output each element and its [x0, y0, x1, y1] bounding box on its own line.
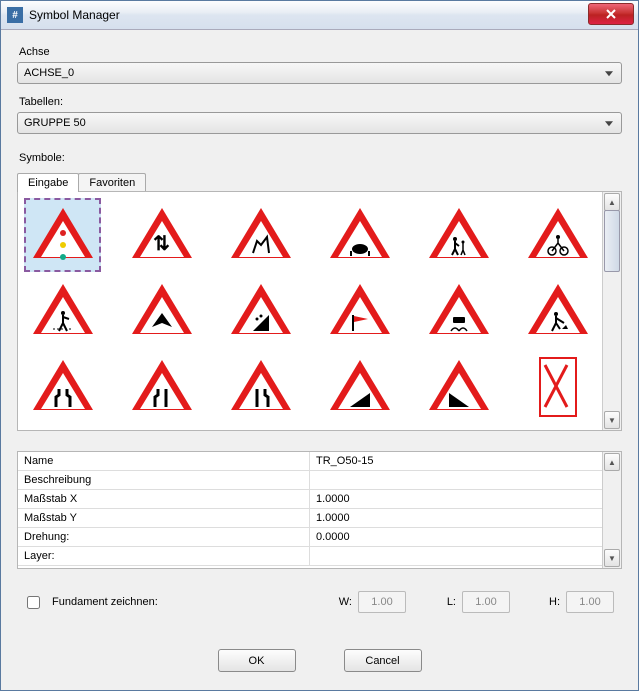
symbol-cyclist[interactable]	[519, 198, 596, 272]
achse-combo[interactable]: ACHSE_0	[17, 62, 622, 84]
achse-label: Achse	[19, 46, 622, 58]
crossing-sign-icon	[539, 357, 577, 417]
tabellen-combo[interactable]: GRUPPE 50	[17, 112, 622, 134]
symbol-narrow-both[interactable]	[24, 350, 101, 424]
symbol-pedestrians[interactable]	[420, 198, 497, 272]
warning-sign-icon	[33, 360, 93, 414]
dialog-buttons: OK Cancel	[17, 649, 622, 672]
w-input	[358, 591, 406, 613]
tabellen-label: Tabellen:	[19, 96, 622, 108]
achse-value: ACHSE_0	[24, 67, 74, 79]
symbol-wind[interactable]	[321, 274, 398, 348]
prop-value[interactable]	[310, 471, 602, 490]
warning-sign-icon	[33, 284, 93, 338]
symbol-roadworks[interactable]	[519, 274, 596, 348]
foundation-label: Fundament zeichnen:	[52, 596, 158, 608]
symbol-falling-rocks[interactable]	[222, 274, 299, 348]
prop-scroll-up-icon[interactable]: ▲	[604, 453, 620, 471]
foundation-row: Fundament zeichnen: W: L: H:	[17, 591, 622, 613]
scroll-down-icon[interactable]: ▼	[604, 411, 620, 429]
prop-label: Layer:	[18, 547, 310, 566]
symbol-grid: ⇅	[18, 192, 602, 430]
symbol-traffic-light[interactable]	[24, 198, 101, 272]
symbol-two-way[interactable]: ⇅	[123, 198, 200, 272]
warning-sign-icon	[231, 360, 291, 414]
title-bar: # Symbol Manager	[1, 1, 638, 30]
l-label: L:	[440, 596, 456, 608]
symbol-crossing-x[interactable]	[519, 350, 596, 424]
properties-scrollbar[interactable]: ▲ ▼	[602, 452, 621, 568]
prop-label: Name	[18, 452, 310, 471]
tab-favoriten[interactable]: Favoriten	[78, 173, 146, 192]
symbol-crosswalk[interactable]	[24, 274, 101, 348]
symbol-deer[interactable]	[222, 198, 299, 272]
h-label: H:	[544, 596, 560, 608]
cancel-button[interactable]: Cancel	[344, 649, 422, 672]
prop-value[interactable]: 1.0000	[310, 490, 602, 509]
warning-sign-icon	[132, 360, 192, 414]
symbol-tabs: Eingabe Favoriten	[17, 172, 622, 191]
properties-panel: NameTR_O50-15BeschreibungMaßstab X1.0000…	[17, 451, 622, 569]
prop-scroll-down-icon[interactable]: ▼	[604, 549, 620, 567]
warning-sign-icon	[330, 284, 390, 338]
warning-sign-icon	[528, 208, 588, 262]
warning-sign-icon	[33, 208, 93, 262]
warning-sign-icon: ⇅	[132, 208, 192, 262]
dialog-body: Achse ACHSE_0 Tabellen: GRUPPE 50 Symbol…	[1, 30, 638, 690]
properties-table: NameTR_O50-15BeschreibungMaßstab X1.0000…	[18, 452, 602, 568]
h-input	[566, 591, 614, 613]
symbol-cattle[interactable]	[321, 198, 398, 272]
symbol-scrollbar[interactable]: ▲ ▼	[602, 192, 621, 430]
warning-sign-icon	[429, 360, 489, 414]
warning-sign-icon	[528, 284, 588, 338]
tab-eingabe[interactable]: Eingabe	[17, 173, 79, 192]
warning-sign-icon	[429, 284, 489, 338]
scroll-thumb[interactable]	[604, 210, 620, 272]
foundation-checkbox[interactable]	[27, 596, 40, 609]
w-label: W:	[336, 596, 352, 608]
symbol-manager-dialog: # Symbol Manager Achse ACHSE_0 Tabellen:…	[0, 0, 639, 691]
warning-sign-icon	[429, 208, 489, 262]
symbol-steep-down[interactable]	[420, 350, 497, 424]
prop-label: Maßstab X	[18, 490, 310, 509]
window-title: Symbol Manager	[29, 8, 120, 22]
symbol-skid[interactable]	[420, 274, 497, 348]
prop-label: Maßstab Y	[18, 509, 310, 528]
prop-value[interactable]: 1.0000	[310, 509, 602, 528]
prop-label: Drehung:	[18, 528, 310, 547]
app-icon: #	[7, 7, 23, 23]
symbol-narrow-left[interactable]	[123, 350, 200, 424]
close-button[interactable]	[588, 3, 634, 25]
prop-label: Beschreibung	[18, 471, 310, 490]
ok-button[interactable]: OK	[218, 649, 296, 672]
warning-sign-icon	[132, 284, 192, 338]
close-icon	[606, 9, 616, 19]
warning-sign-icon	[231, 284, 291, 338]
prop-value[interactable]: TR_O50-15	[310, 452, 602, 471]
prop-value[interactable]: 0.0000	[310, 528, 602, 547]
symbol-steep-up[interactable]	[321, 350, 398, 424]
warning-sign-icon	[330, 360, 390, 414]
scroll-up-icon[interactable]: ▲	[604, 193, 620, 211]
l-input	[462, 591, 510, 613]
tabellen-value: GRUPPE 50	[24, 117, 86, 129]
prop-value[interactable]	[310, 547, 602, 566]
symbol-narrow-right[interactable]	[222, 350, 299, 424]
symbol-aircraft[interactable]	[123, 274, 200, 348]
symbol-grid-container: ⇅ ▲ ▼	[17, 191, 622, 431]
symbole-label: Symbole:	[19, 152, 622, 164]
warning-sign-icon	[330, 208, 390, 262]
warning-sign-icon	[231, 208, 291, 262]
